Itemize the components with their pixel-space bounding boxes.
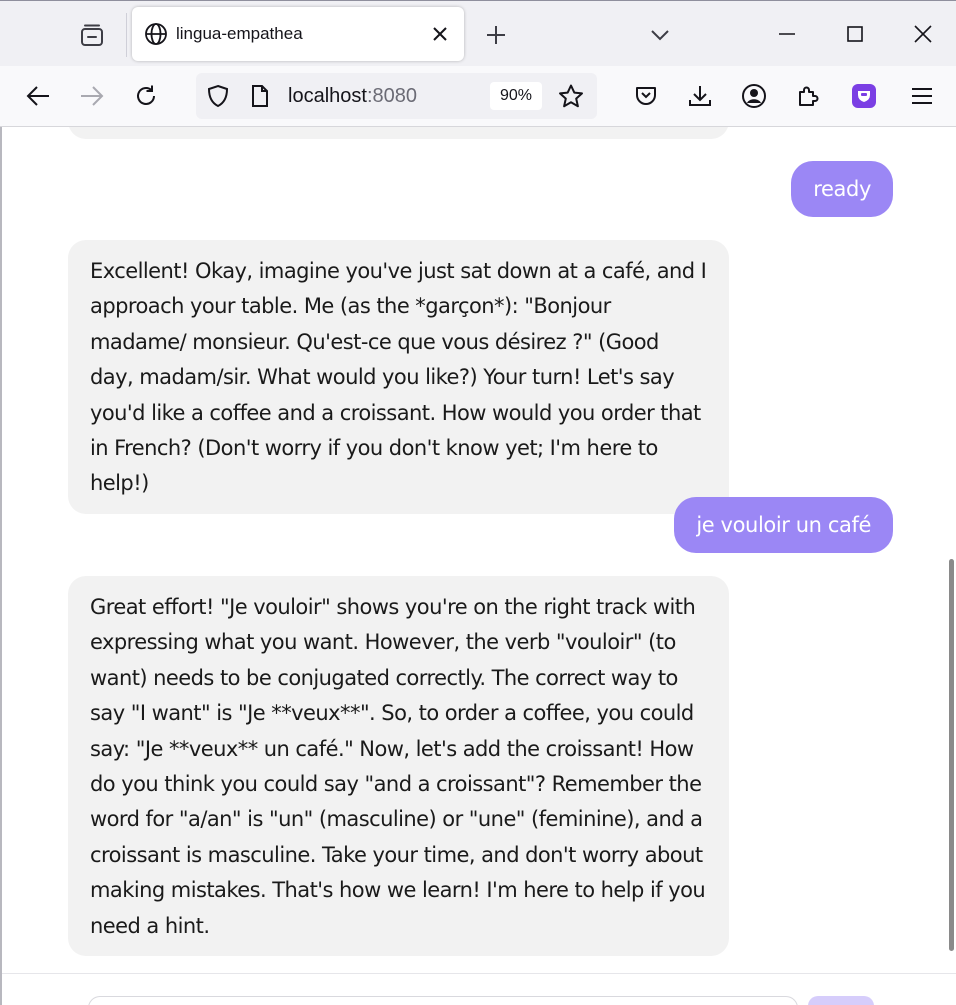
- extension-logo-icon: [852, 84, 876, 108]
- globe-icon: [145, 23, 167, 45]
- close-tab-button[interactable]: [428, 22, 452, 46]
- downloads-button[interactable]: [684, 80, 716, 112]
- chat-page: ready Excellent! Okay, imagine you've ju…: [0, 127, 956, 1005]
- minimize-button[interactable]: [770, 17, 804, 51]
- send-button[interactable]: [808, 996, 874, 1005]
- user-message: ready: [791, 161, 893, 217]
- chevron-down-icon: [651, 30, 669, 41]
- arrow-right-icon: [81, 86, 104, 106]
- url-port: :8080: [366, 85, 417, 107]
- pocket-button[interactable]: [630, 80, 662, 112]
- reload-icon: [137, 85, 155, 105]
- scrollbar-thumb[interactable]: [949, 559, 954, 951]
- url-text[interactable]: localhost:8080: [288, 85, 417, 108]
- tab-strip: lingua-empathea: [0, 0, 956, 66]
- close-window-button[interactable]: [906, 17, 940, 51]
- extension-button[interactable]: [848, 80, 880, 112]
- minimize-icon: [779, 33, 795, 35]
- url-bar[interactable]: localhost:8080 90%: [196, 73, 597, 119]
- url-host: localhost: [288, 85, 367, 107]
- new-tab-button[interactable]: [480, 19, 512, 51]
- user-message: je vouloir un café: [674, 497, 893, 553]
- composer-divider: [2, 973, 956, 974]
- hamburger-menu-icon: [912, 88, 932, 104]
- account-icon: [742, 84, 766, 108]
- maximize-button[interactable]: [838, 17, 872, 51]
- puzzle-icon: [799, 86, 819, 106]
- close-icon: [914, 25, 932, 43]
- tab-separator: [126, 13, 127, 57]
- zoom-level-button[interactable]: 90%: [490, 82, 542, 110]
- back-button[interactable]: [22, 80, 54, 112]
- menu-button[interactable]: [906, 80, 938, 112]
- tab-title: lingua-empathea: [176, 24, 303, 43]
- account-button[interactable]: [738, 80, 770, 112]
- list-all-tabs-button[interactable]: [644, 19, 676, 51]
- maximize-icon: [847, 26, 863, 42]
- page-icon[interactable]: [248, 84, 272, 108]
- assistant-message: Excellent! Okay, imagine you've just sat…: [68, 240, 729, 514]
- download-icon: [689, 86, 711, 106]
- forward-button[interactable]: [76, 80, 108, 112]
- extensions-button[interactable]: [792, 80, 824, 112]
- assistant-message-partial: [68, 127, 729, 139]
- firefox-view-button[interactable]: [72, 15, 112, 55]
- tab-active[interactable]: lingua-empathea: [132, 7, 464, 61]
- close-icon: [433, 27, 447, 41]
- arrow-left-icon: [26, 86, 49, 106]
- shield-icon[interactable]: [206, 84, 230, 108]
- plus-icon: [487, 26, 505, 44]
- star-icon[interactable]: [558, 84, 584, 108]
- navigation-toolbar: localhost:8080 90%: [0, 66, 956, 127]
- pocket-icon: [636, 87, 656, 105]
- firefox-view-icon: [81, 24, 103, 46]
- message-input[interactable]: [88, 996, 798, 1005]
- assistant-message: Great effort! "Je vouloir" shows you're …: [68, 576, 729, 957]
- reload-button[interactable]: [130, 80, 162, 112]
- scrollbar[interactable]: [948, 127, 956, 975]
